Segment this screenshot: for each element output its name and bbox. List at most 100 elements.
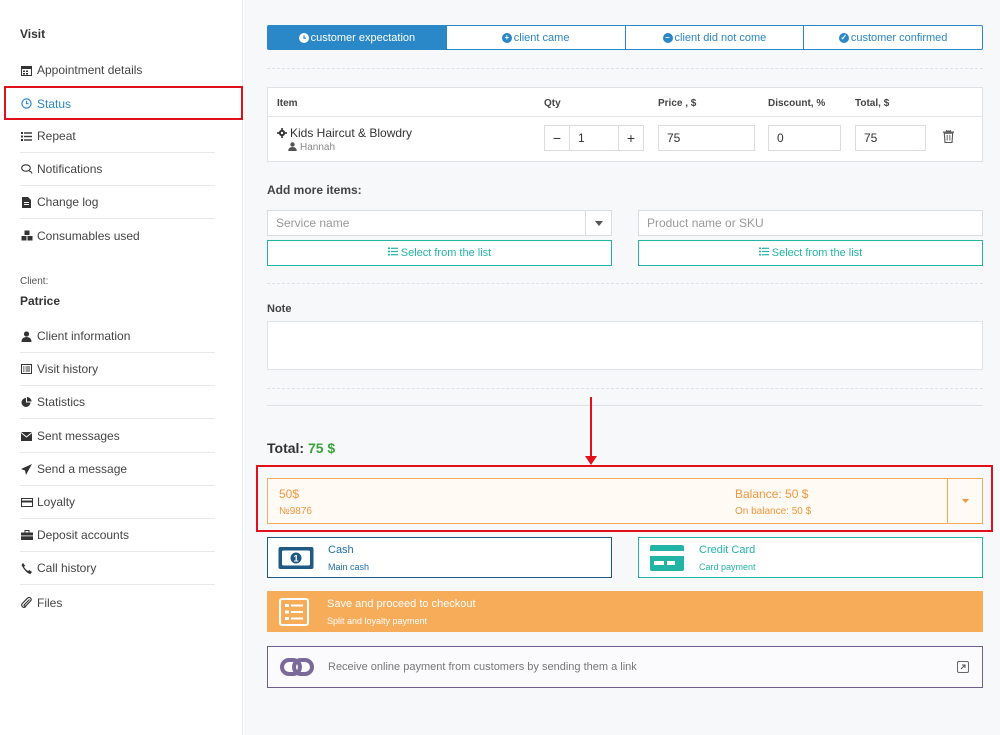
sidebar-item-change-log[interactable]: Change log — [20, 186, 215, 219]
sidebar-item-visit-history[interactable]: Visit history — [20, 353, 215, 386]
sidebar-item-notifications[interactable]: Notifications — [20, 153, 215, 186]
list-icon — [758, 247, 769, 259]
items-table: Item Qty Price , $ Discount, % Total, $ … — [267, 87, 983, 162]
service-select[interactable]: Service name — [267, 210, 612, 236]
cash-title: Cash — [328, 544, 354, 556]
sidebar-item-deposit-accounts[interactable]: Deposit accounts — [20, 519, 215, 552]
sidebar-item-consumables-used[interactable]: Consumables used — [20, 219, 215, 252]
button-label: Select from the list — [400, 247, 492, 259]
note-label: Note — [267, 303, 292, 315]
svg-text:1: 1 — [293, 553, 298, 563]
sidebar-item-repeat[interactable]: Repeat — [20, 120, 215, 153]
sidebar-item-label: Files — [37, 595, 63, 610]
client-sublabel: Client: — [20, 276, 49, 287]
checkout-title: Save and proceed to checkout — [327, 598, 476, 610]
sidebar-item-send-a-message[interactable]: Send a message — [20, 453, 215, 486]
checkout-button[interactable]: Save and proceed to checkout Split and l… — [267, 591, 983, 632]
plus-circle-icon: + — [501, 32, 512, 43]
total-summary: Total: 75 $ — [267, 440, 335, 456]
sidebar-item-label: Client information — [37, 329, 131, 343]
tab-customer-confirmed[interactable]: ✓ customer confirmed — [804, 25, 983, 50]
tab-client-did-not-come[interactable]: – client did not come — [625, 25, 805, 50]
product-placeholder: Product name or SKU — [647, 216, 764, 230]
col-header-qty: Qty — [544, 98, 561, 109]
sidebar-item-loyalty[interactable]: Loyalty — [20, 486, 215, 519]
tab-label: client came — [513, 31, 570, 44]
cash-subtitle: Main cash — [328, 562, 370, 572]
online-payment-text: Receive online payment from customers by… — [328, 661, 637, 673]
qty-input[interactable]: 1 — [569, 126, 619, 150]
checkout-subtitle: Split and loyalty payment — [327, 616, 428, 626]
user-icon — [20, 330, 33, 342]
credit-card-subtitle: Card payment — [699, 562, 756, 572]
sidebar-item-label: Statistics — [37, 395, 86, 409]
sidebar-item-call-history[interactable]: Call history — [20, 552, 215, 585]
col-header-price: Price , $ — [658, 98, 697, 109]
client-name: Patrice — [20, 294, 61, 308]
note-textarea[interactable] — [267, 321, 983, 370]
gear-icon — [277, 127, 287, 141]
sidebar-item-sent-messages[interactable]: Sent messages — [20, 420, 215, 453]
sidebar-item-files[interactable]: Files — [20, 586, 215, 619]
visit-heading: Visit — [20, 27, 46, 41]
col-header-discount: Discount, % — [768, 98, 826, 109]
select-service-from-list-button[interactable]: Select from the list — [267, 240, 612, 266]
file-icon — [20, 196, 33, 208]
price-input[interactable]: 75 — [658, 125, 755, 151]
cash-icon: 1 — [278, 546, 314, 573]
sidebar-item-label: Notifications — [37, 162, 103, 176]
credit-card-icon — [649, 544, 685, 575]
sidebar-item-label: Sent messages — [37, 429, 120, 443]
sidebar-item-appointment-details[interactable]: Appointment details — [20, 54, 215, 87]
divider — [267, 283, 983, 284]
link-icon — [280, 656, 314, 681]
select-product-from-list-button[interactable]: Select from the list — [638, 240, 983, 266]
sidebar-item-label: Repeat — [37, 129, 76, 143]
item-staff: Hannah — [288, 142, 335, 154]
envelope-icon — [20, 431, 33, 441]
discount-input[interactable]: 0 — [768, 125, 841, 151]
qty-increment-button[interactable]: + — [619, 126, 643, 150]
trash-icon[interactable] — [943, 129, 955, 144]
button-label: Select from the list — [771, 247, 863, 259]
minus-circle-icon: – — [662, 32, 673, 43]
external-link-icon[interactable] — [957, 661, 969, 673]
quantity-stepper: − 1 + — [544, 125, 644, 151]
paperclip-icon — [20, 597, 33, 608]
tab-label: customer expectation — [310, 31, 416, 44]
document-icon — [279, 598, 309, 629]
briefcase-icon — [20, 530, 33, 540]
online-payment-link-button[interactable]: Receive online payment from customers by… — [267, 646, 983, 688]
caret-down-icon[interactable] — [585, 211, 611, 235]
credit-card-payment-button[interactable]: Credit Card Card payment — [638, 537, 983, 578]
sidebar-item-client-information[interactable]: Client information — [20, 320, 215, 353]
comments-icon — [20, 163, 33, 175]
sidebar-item-label: Visit history — [37, 362, 99, 376]
item-name-text: Kids Haircut & Blowdry — [290, 126, 413, 140]
total-label: Total: — [267, 440, 305, 456]
status-tabs: customer expectation + client came – cli… — [267, 25, 983, 50]
cash-payment-button[interactable]: 1 Cash Main cash — [267, 537, 612, 578]
qty-decrement-button[interactable]: − — [545, 126, 569, 150]
annotation-arrow — [590, 397, 592, 457]
tab-customer-expectation[interactable]: customer expectation — [267, 25, 447, 50]
sidebar-item-label: Consumables used — [37, 228, 140, 243]
staff-name: Hannah — [300, 142, 336, 153]
list-icon — [387, 247, 398, 259]
service-placeholder: Service name — [276, 216, 350, 230]
user-icon — [288, 142, 297, 154]
divider — [267, 405, 983, 406]
cubes-icon — [20, 230, 33, 241]
divider — [267, 388, 983, 389]
tab-client-came[interactable]: + client came — [446, 25, 626, 50]
total-amount: 75 $ — [307, 440, 336, 456]
product-search-input[interactable]: Product name or SKU — [638, 210, 983, 236]
col-header-item: Item — [277, 98, 298, 109]
item-name: Kids Haircut & Blowdry — [277, 126, 412, 141]
sidebar-item-statistics[interactable]: Statistics — [20, 386, 215, 419]
clock-icon — [298, 32, 309, 43]
phone-icon — [20, 562, 33, 574]
total-input[interactable]: 75 — [855, 125, 926, 151]
credit-card-icon — [20, 497, 33, 507]
tab-label: client did not come — [674, 31, 767, 44]
